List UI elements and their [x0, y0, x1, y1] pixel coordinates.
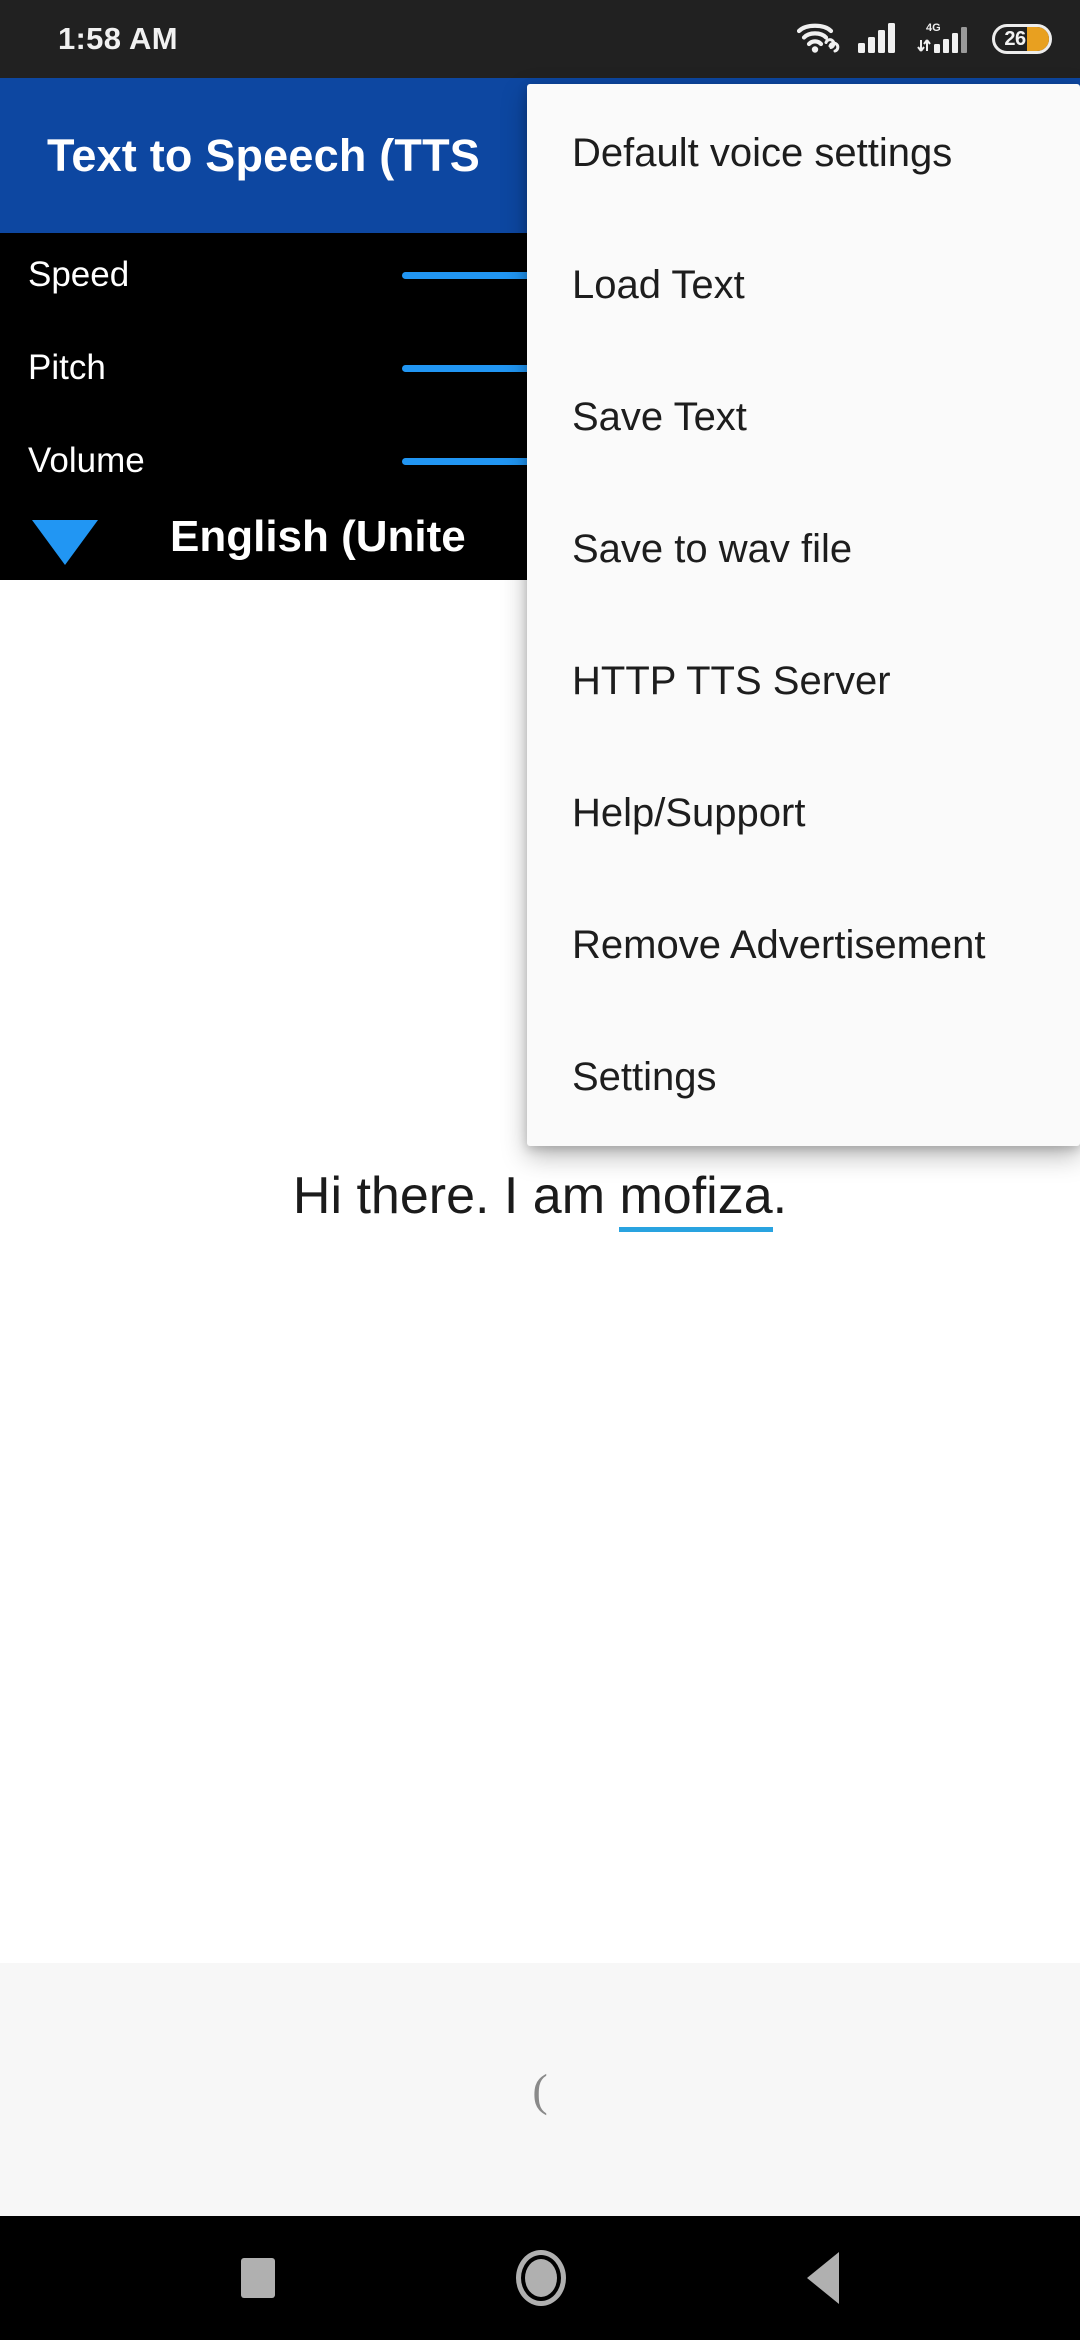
misspelled-word[interactable]: mofiza [619, 1167, 773, 1232]
app-title: Text to Speech (TTS [47, 129, 481, 181]
status-bar-clock: 1:58 AM [58, 21, 178, 56]
phone-screen: 1:58 AM 4G 26 Text to Speech (TTS Speed … [0, 0, 1080, 2340]
menu-item-load-text[interactable]: Load Text [527, 219, 1080, 351]
advertisement-area[interactable]: ( [0, 1963, 1080, 2216]
menu-item-save-to-wav-file[interactable]: Save to wav file [527, 483, 1080, 615]
recents-button[interactable] [240, 2258, 275, 2298]
wifi-connected-icon [796, 20, 841, 59]
text-content[interactable]: Hi there. I am mofiza. [0, 1166, 1080, 1232]
4g-signal-icon: 4G [917, 20, 975, 59]
pitch-label: Pitch [28, 348, 106, 387]
menu-item-default-voice-settings[interactable]: Default voice settings [527, 87, 1080, 219]
signal-bars-icon [858, 21, 900, 58]
text-after-word: . [772, 1167, 788, 1225]
menu-item-http-tts-server[interactable]: HTTP TTS Server [527, 615, 1080, 747]
menu-item-settings[interactable]: Settings [527, 1011, 1080, 1143]
dropdown-caret-icon[interactable] [32, 520, 98, 565]
status-bar-icons: 4G 26 [796, 20, 1052, 59]
overflow-menu: Default voice settings Load Text Save Te… [527, 84, 1080, 1146]
speed-label: Speed [28, 255, 130, 294]
home-button[interactable] [515, 2250, 566, 2306]
menu-item-remove-advertisement[interactable]: Remove Advertisement [527, 879, 1080, 1011]
network-type-label: 4G [926, 22, 941, 34]
ad-placeholder-mark: ( [532, 2064, 548, 2115]
language-value: English (Unite [170, 512, 466, 561]
text-before-word: Hi there. I am [292, 1167, 620, 1225]
system-navigation-bar [0, 2216, 1080, 2340]
menu-item-help-support[interactable]: Help/Support [527, 747, 1080, 879]
volume-label: Volume [28, 441, 145, 480]
back-button[interactable] [807, 2252, 840, 2304]
battery-icon: 26 [992, 24, 1052, 54]
battery-level-label: 26 [1004, 27, 1026, 50]
menu-item-save-text[interactable]: Save Text [527, 351, 1080, 483]
status-bar: 1:58 AM 4G 26 [0, 0, 1080, 78]
